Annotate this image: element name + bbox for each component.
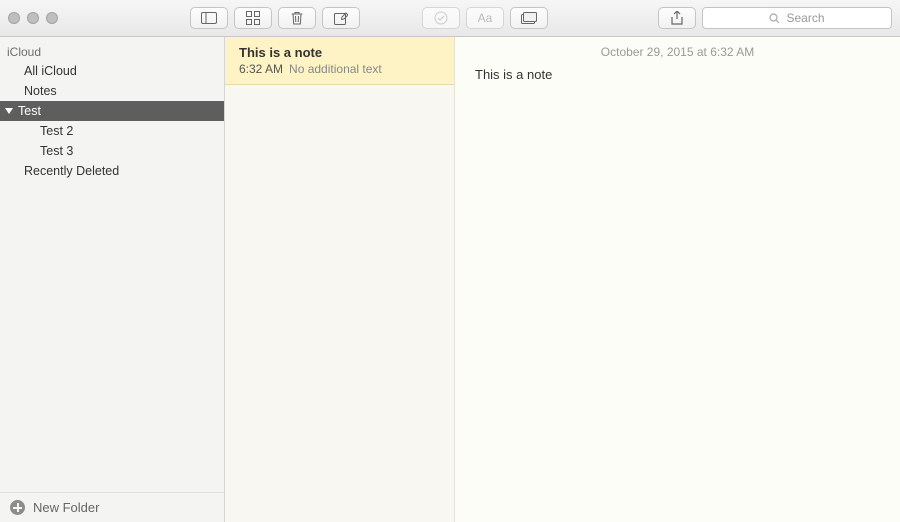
sidebar-item-all-icloud[interactable]: All iCloud — [0, 61, 224, 81]
share-button[interactable] — [658, 7, 696, 29]
titlebar: Aa Search — [0, 0, 900, 37]
delete-button[interactable] — [278, 7, 316, 29]
note-title: This is a note — [239, 45, 440, 60]
new-note-button[interactable] — [322, 7, 360, 29]
sidebar-item-test-2[interactable]: Test 2 — [0, 121, 224, 141]
grid-view-button[interactable] — [234, 7, 272, 29]
note-body[interactable]: This is a note — [475, 67, 880, 82]
toggle-sidebar-button[interactable] — [190, 7, 228, 29]
zoom-window-button[interactable] — [46, 12, 58, 24]
search-placeholder: Search — [786, 11, 824, 25]
note-editor[interactable]: October 29, 2015 at 6:32 AM This is a no… — [455, 37, 900, 522]
plus-circle-icon — [10, 500, 25, 515]
note-snippet: No additional text — [289, 62, 382, 76]
window-controls — [8, 12, 58, 24]
sidebar-item-recently-deleted[interactable]: Recently Deleted — [0, 161, 224, 181]
note-time: 6:32 AM — [239, 62, 283, 76]
search-icon — [769, 13, 780, 24]
new-folder-label: New Folder — [33, 500, 99, 515]
format-button[interactable]: Aa — [466, 7, 504, 29]
chevron-down-icon — [5, 108, 13, 114]
search-input[interactable]: Search — [702, 7, 892, 29]
note-meta: 6:32 AM No additional text — [239, 62, 440, 76]
attachments-button[interactable] — [510, 7, 548, 29]
sidebar-item-notes[interactable]: Notes — [0, 81, 224, 101]
sidebar-item-test[interactable]: Test — [0, 101, 224, 121]
close-window-button[interactable] — [8, 12, 20, 24]
sidebar-section-header[interactable]: iCloud — [0, 43, 224, 61]
note-timestamp: October 29, 2015 at 6:32 AM — [475, 43, 880, 67]
new-folder-button[interactable]: New Folder — [0, 492, 224, 522]
checklist-button[interactable] — [422, 7, 460, 29]
sidebar: iCloud All iCloud Notes Test Test 2 Test… — [0, 37, 225, 522]
sidebar-item-test-3[interactable]: Test 3 — [0, 141, 224, 161]
note-list: This is a note 6:32 AM No additional text — [225, 37, 455, 522]
note-list-item[interactable]: This is a note 6:32 AM No additional text — [225, 37, 454, 85]
minimize-window-button[interactable] — [27, 12, 39, 24]
main: iCloud All iCloud Notes Test Test 2 Test… — [0, 37, 900, 522]
